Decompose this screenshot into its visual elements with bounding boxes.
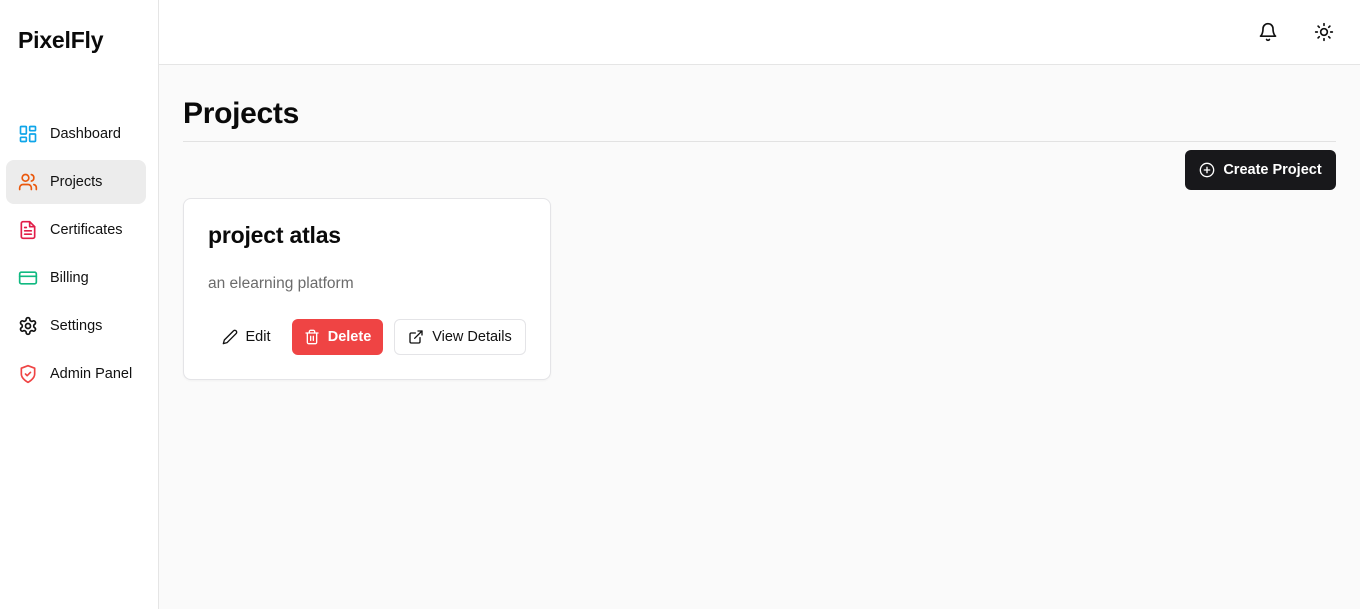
plus-circle-icon bbox=[1199, 162, 1215, 178]
external-link-icon bbox=[409, 330, 423, 344]
edit-label: Edit bbox=[245, 329, 271, 345]
sun-icon[interactable] bbox=[1312, 20, 1336, 44]
sidebar-item-label: Projects bbox=[50, 174, 103, 190]
view-details-label: View Details bbox=[432, 329, 512, 345]
pencil-icon bbox=[222, 329, 237, 345]
layout-grid-icon bbox=[18, 124, 38, 144]
file-text-icon bbox=[18, 220, 38, 240]
trash-icon bbox=[305, 329, 319, 345]
sidebar-item-billing[interactable]: Billing bbox=[6, 256, 146, 300]
users-icon bbox=[18, 172, 38, 192]
brand-logo[interactable]: PixelFly bbox=[18, 27, 104, 54]
divider bbox=[183, 141, 1336, 142]
delete-button[interactable]: Delete bbox=[292, 319, 383, 355]
edit-button[interactable]: Edit bbox=[208, 319, 284, 355]
sidebar-item-dashboard[interactable]: Dashboard bbox=[6, 112, 146, 156]
delete-label: Delete bbox=[327, 329, 372, 345]
page-title: Projects bbox=[183, 97, 299, 130]
sidebar-item-settings[interactable]: Settings bbox=[6, 304, 146, 348]
project-description: an elearning platform bbox=[208, 275, 354, 292]
main-content: Projects Create Project project atlas an… bbox=[159, 65, 1360, 609]
sidebar-item-label: Dashboard bbox=[50, 126, 121, 142]
sidebar-nav: Dashboard Projects Certificates Billing … bbox=[6, 112, 146, 400]
create-project-button[interactable]: Create Project bbox=[1185, 150, 1336, 190]
shield-icon bbox=[18, 364, 38, 384]
view-details-button[interactable]: View Details bbox=[394, 319, 526, 355]
sidebar-item-label: Settings bbox=[50, 318, 103, 334]
gear-icon bbox=[18, 316, 38, 336]
bell-icon[interactable] bbox=[1256, 20, 1280, 44]
app-root: PixelFly Dashboard Projects Certificates… bbox=[0, 0, 1360, 609]
sidebar-item-certificates[interactable]: Certificates bbox=[6, 208, 146, 252]
project-card: project atlas an elearning platform Edit… bbox=[183, 198, 551, 380]
sidebar-item-projects[interactable]: Projects bbox=[6, 160, 146, 204]
sidebar-item-label: Admin Panel bbox=[50, 366, 133, 382]
project-actions: Edit Delete View Details bbox=[208, 319, 526, 355]
top-bar bbox=[159, 0, 1360, 65]
credit-card-icon bbox=[18, 268, 38, 288]
sidebar: PixelFly Dashboard Projects Certificates… bbox=[0, 0, 159, 609]
sidebar-item-label: Certificates bbox=[50, 222, 123, 238]
project-name: project atlas bbox=[208, 222, 341, 248]
sidebar-item-label: Billing bbox=[50, 270, 89, 286]
create-project-label: Create Project bbox=[1223, 162, 1322, 178]
sidebar-item-admin-panel[interactable]: Admin Panel bbox=[6, 352, 146, 396]
